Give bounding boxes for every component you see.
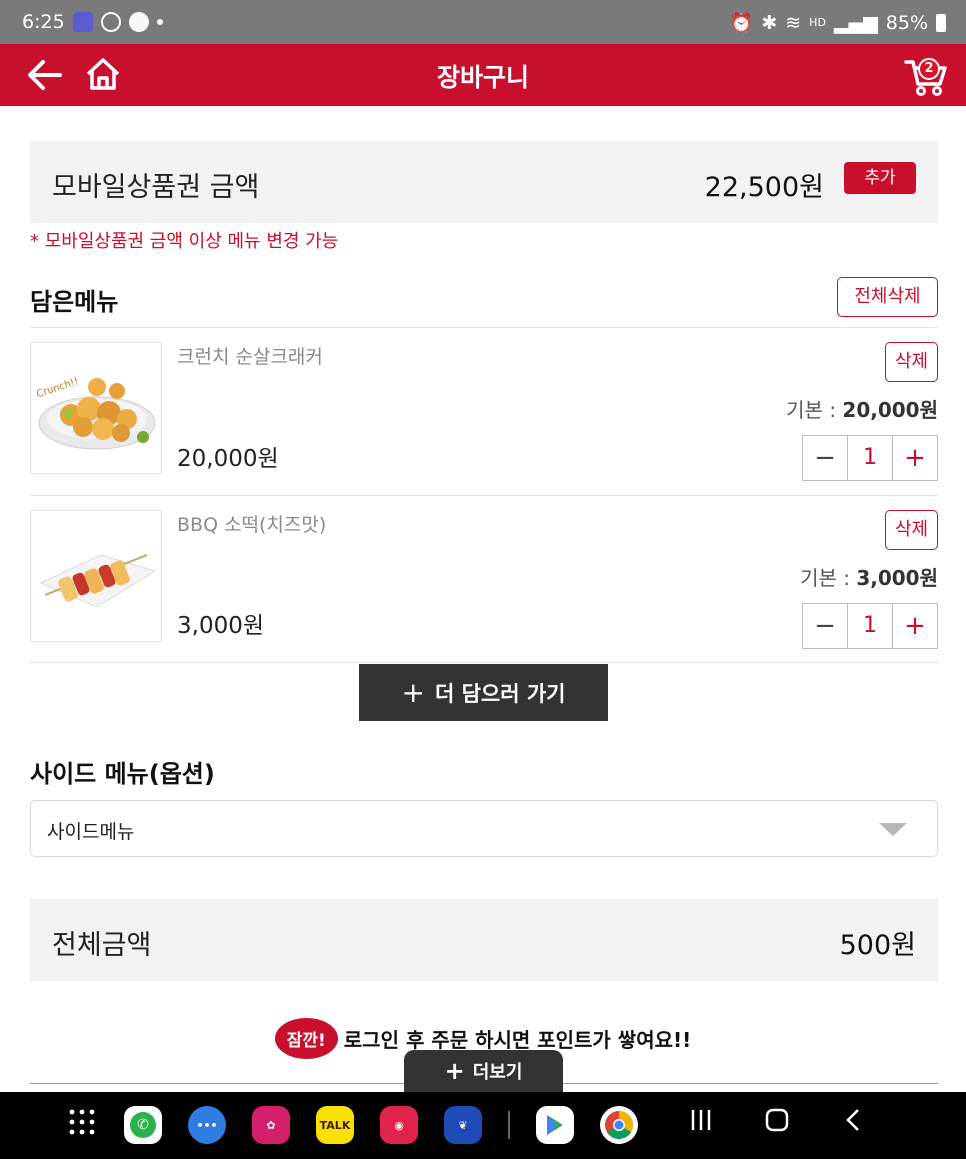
voucher-note: * 모바일상품권 금액 이상 메뉴 변경 가능 [30, 231, 339, 252]
dropdown-arrow-icon [879, 823, 907, 836]
base-price-value: 3,000원 [856, 566, 938, 590]
notice-badge: 잠깐! [274, 1018, 338, 1059]
add-more-label: 더 담으러 가기 [434, 681, 566, 706]
base-label: 기본 : [786, 398, 843, 422]
recent-apps-icon[interactable] [690, 1108, 712, 1132]
battery-percent: 85% [885, 11, 928, 34]
alarm-icon: ⏰ [729, 12, 754, 34]
wifi-icon: ≋ [785, 11, 802, 34]
side-menu-title: 사이드 메뉴(옵션) [30, 760, 215, 788]
item-price: 3,000원 [177, 613, 265, 639]
more-tab[interactable]: + 더보기 [404, 1050, 563, 1092]
cart-section-title: 담은메뉴 [30, 288, 119, 316]
messages-app-icon[interactable]: ••• [188, 1106, 226, 1144]
item-base-price: 기본 : 3,000원 [800, 562, 938, 591]
bluetooth-icon: ✱ [761, 11, 778, 34]
item-thumbnail-bbq-sotteok[interactable] [30, 510, 162, 642]
hd-voice-icon: HD [809, 15, 826, 29]
divider [30, 327, 938, 328]
item-base-price: 기본 : 20,000원 [786, 394, 938, 423]
dock-separator [508, 1111, 510, 1139]
delete-all-button[interactable]: 전체삭제 [837, 277, 938, 317]
total-amount: 500원 [839, 930, 916, 961]
add-more-button[interactable]: + 더 담으러 가기 [359, 664, 608, 721]
system-navigation-bar: ✆ ••• ✿ TALK ◉ ❦ [0, 1092, 966, 1159]
side-menu-selected-value: 사이드메뉴 [47, 821, 135, 843]
plus-icon: + [401, 676, 425, 709]
more-tab-label: 더보기 [472, 1062, 523, 1083]
side-menu-select[interactable]: 사이드메뉴 [30, 800, 938, 857]
quantity-stepper: − 1 + [802, 435, 938, 481]
more-notifications-dot [156, 19, 163, 25]
base-price-value: 20,000원 [842, 398, 938, 422]
item-name: 크런치 순살크래커 [177, 346, 323, 368]
decrease-quantity-button[interactable]: − [803, 604, 848, 648]
total-panel: 전체금액 500원 [30, 899, 938, 981]
gallery-app-icon[interactable]: ✿ [252, 1106, 290, 1144]
quantity-value: 1 [863, 613, 877, 638]
delete-item-button[interactable]: 삭제 [885, 342, 938, 382]
total-label: 전체금액 [52, 930, 152, 961]
increase-quantity-button[interactable]: + [892, 604, 937, 648]
notice-text: 로그인 후 주문 하시면 포인트가 쌓여요!! [343, 1028, 692, 1052]
voucher-amount: 22,500원 [704, 172, 824, 203]
status-time: 6:25 [22, 11, 65, 33]
fried-chicken-image: Crunch!! [35, 376, 156, 450]
item-name: BBQ 소떡(치즈맛) [177, 514, 327, 536]
chrome-icon[interactable] [600, 1106, 638, 1144]
item-price: 20,000원 [177, 446, 279, 472]
status-bar: 6:25 ⏰ ✱ ≋ HD ▂▄▆ 85% [0, 0, 966, 44]
status-left: 6:25 [22, 11, 163, 33]
smartthings-icon [72, 12, 93, 32]
item-thumbnail-crunch-cracker[interactable]: Crunch!! [30, 342, 162, 474]
divider [30, 662, 938, 663]
back-button-icon[interactable] [844, 1108, 862, 1132]
battery-icon [936, 13, 946, 32]
phone-app-icon[interactable]: ✆ [124, 1106, 162, 1144]
decrease-quantity-button[interactable]: − [803, 436, 848, 480]
voucher-panel: 모바일상품권 금액 22,500원 추가 [30, 141, 938, 223]
play-store-icon[interactable] [536, 1106, 574, 1144]
kakaotalk-app-icon[interactable]: TALK [316, 1106, 354, 1144]
svg-text:Crunch!!: Crunch!! [35, 376, 80, 400]
home-button-icon[interactable] [765, 1108, 789, 1132]
increase-quantity-button[interactable]: + [892, 436, 937, 480]
app-bar: 장바구니 2 [0, 44, 966, 106]
cart-count-badge: 2 [918, 58, 940, 80]
app-dock: ✆ ••• ✿ TALK ◉ ❦ [124, 1106, 638, 1144]
status-right: ⏰ ✱ ≋ HD ▂▄▆ 85% [730, 11, 946, 34]
base-label: 기본 : [800, 566, 857, 590]
page-title: 장바구니 [436, 63, 529, 92]
plus-icon: + [444, 1057, 465, 1085]
quantity-value: 1 [863, 445, 877, 470]
sotteok-skewer-image [39, 554, 157, 608]
signal-icon: ▂▄▆ [833, 11, 878, 34]
quantity-stepper: − 1 + [802, 603, 938, 649]
app-drawer-icon[interactable] [68, 1108, 96, 1136]
internet-app-icon[interactable]: ❦ [444, 1106, 482, 1144]
add-voucher-button[interactable]: 추가 [844, 162, 916, 194]
voucher-label: 모바일상품권 금액 [52, 172, 260, 203]
camera-app-icon[interactable]: ◉ [380, 1106, 418, 1144]
divider [30, 495, 938, 496]
notification-app-icon [128, 12, 149, 32]
delete-item-button[interactable]: 삭제 [885, 510, 938, 550]
check-circle-icon [100, 12, 121, 32]
